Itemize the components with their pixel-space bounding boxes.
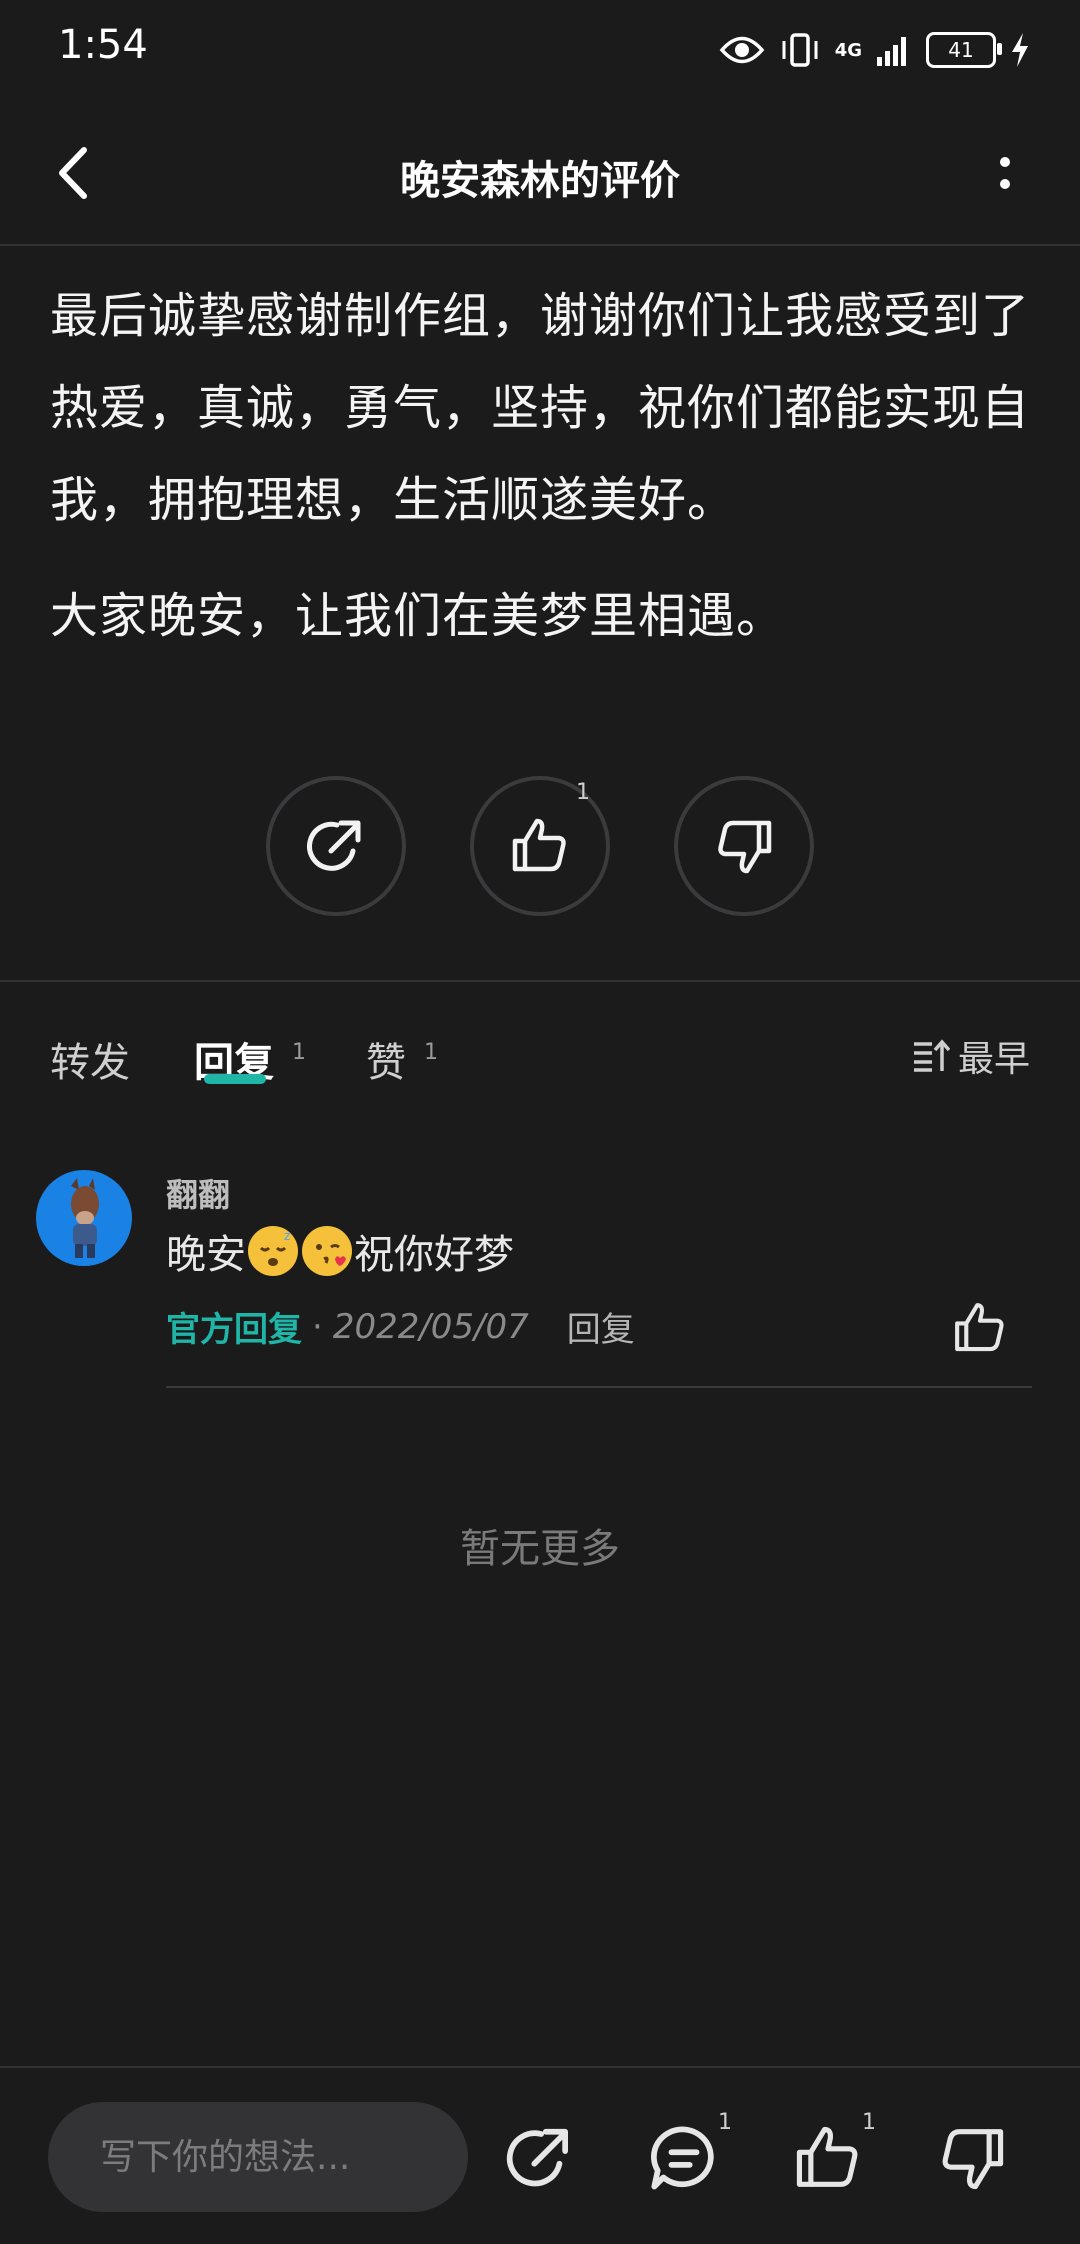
more-button[interactable] bbox=[970, 138, 1040, 208]
tab-like[interactable]: 赞 bbox=[366, 1030, 406, 1088]
thumbs-up-icon bbox=[512, 818, 566, 872]
eye-icon bbox=[719, 36, 765, 64]
comment-username[interactable]: 翻翻 bbox=[166, 1170, 230, 1216]
comment-reply-button[interactable]: 回复 bbox=[567, 1302, 635, 1351]
kissing-face-icon bbox=[302, 1226, 352, 1276]
share-icon bbox=[506, 2128, 568, 2187]
network-label: 4G bbox=[834, 39, 862, 61]
status-time: 1:54 bbox=[58, 22, 148, 68]
battery-icon: 41 bbox=[926, 32, 1002, 68]
sort-icon bbox=[913, 1039, 950, 1072]
share-button[interactable] bbox=[266, 776, 406, 916]
thumbs-down-icon bbox=[942, 2129, 1004, 2190]
thumbs-up-icon bbox=[796, 2126, 858, 2187]
page-title: 晚安森林的评价 bbox=[400, 158, 680, 204]
bottom-comment-count: 1 bbox=[718, 2110, 732, 2135]
bottom-like-button[interactable] bbox=[788, 2118, 868, 2198]
battery-level: 41 bbox=[948, 38, 974, 62]
share-icon bbox=[307, 820, 361, 871]
sleeping-face-icon: z bbox=[248, 1226, 298, 1276]
bottom-divider bbox=[0, 2066, 1080, 2068]
status-icons: 4G 41 bbox=[719, 26, 1030, 74]
sort-button[interactable]: 最早 bbox=[912, 1030, 1030, 1082]
comment-text-end: 祝你好梦 bbox=[354, 1232, 514, 1278]
like-count: 1 bbox=[576, 780, 590, 805]
more-vertical-icon bbox=[1000, 157, 1010, 189]
bottom-like-count: 1 bbox=[862, 2110, 876, 2135]
tab-like-count: 1 bbox=[424, 1040, 438, 1065]
comment-meta: 官方回复 · 2022/05/07 回复 bbox=[166, 1302, 635, 1351]
review-paragraph: 大家晚安，让我们在美梦里相遇。 bbox=[50, 588, 786, 644]
svg-text:z: z bbox=[284, 1229, 290, 1243]
tab-forward[interactable]: 转发 bbox=[50, 1030, 130, 1088]
bottom-comment-button[interactable] bbox=[644, 2118, 724, 2198]
review-paragraph: 最后诚挚感谢制作组，谢谢你们让我感受到了热爱，真诚，勇气，坚持，祝你们都能实现自… bbox=[50, 288, 1031, 528]
dislike-button[interactable] bbox=[674, 776, 814, 916]
avatar[interactable] bbox=[36, 1170, 132, 1266]
vibrate-icon bbox=[782, 33, 818, 67]
bottom-dislike-button[interactable] bbox=[932, 2118, 1012, 2198]
horse-avatar-icon bbox=[71, 1178, 99, 1258]
active-tab-indicator bbox=[204, 1074, 266, 1084]
section-divider bbox=[0, 980, 1080, 982]
signal-icon bbox=[877, 37, 906, 66]
comment-date: 2022/05/07 bbox=[332, 1306, 529, 1347]
official-reply-badge: 官方回复 bbox=[166, 1310, 302, 1350]
bottom-share-button[interactable] bbox=[500, 2118, 580, 2198]
tab-reply-count: 1 bbox=[292, 1040, 306, 1065]
comment-divider bbox=[166, 1386, 1032, 1388]
comment-text-start: 晚安 bbox=[166, 1232, 246, 1278]
comment-input[interactable] bbox=[48, 2102, 468, 2212]
thumbs-up-icon bbox=[955, 1303, 1004, 1352]
thumbs-down-icon bbox=[718, 820, 772, 874]
comment-like-button[interactable] bbox=[948, 1296, 1012, 1360]
review-content: 最后诚挚感谢制作组，谢谢你们让我感受到了热爱，真诚，勇气，坚持，祝你们都能实现自… bbox=[50, 270, 1032, 686]
charging-icon bbox=[1012, 33, 1028, 67]
comment-text: 晚安 z 祝你好梦 bbox=[166, 1222, 514, 1280]
comment-bubble-icon bbox=[651, 2126, 714, 2190]
no-more-label: 暂无更多 bbox=[460, 1526, 620, 1572]
sort-label: 最早 bbox=[957, 1039, 1030, 1080]
header-divider bbox=[0, 244, 1080, 246]
meta-separator: · bbox=[312, 1306, 323, 1347]
